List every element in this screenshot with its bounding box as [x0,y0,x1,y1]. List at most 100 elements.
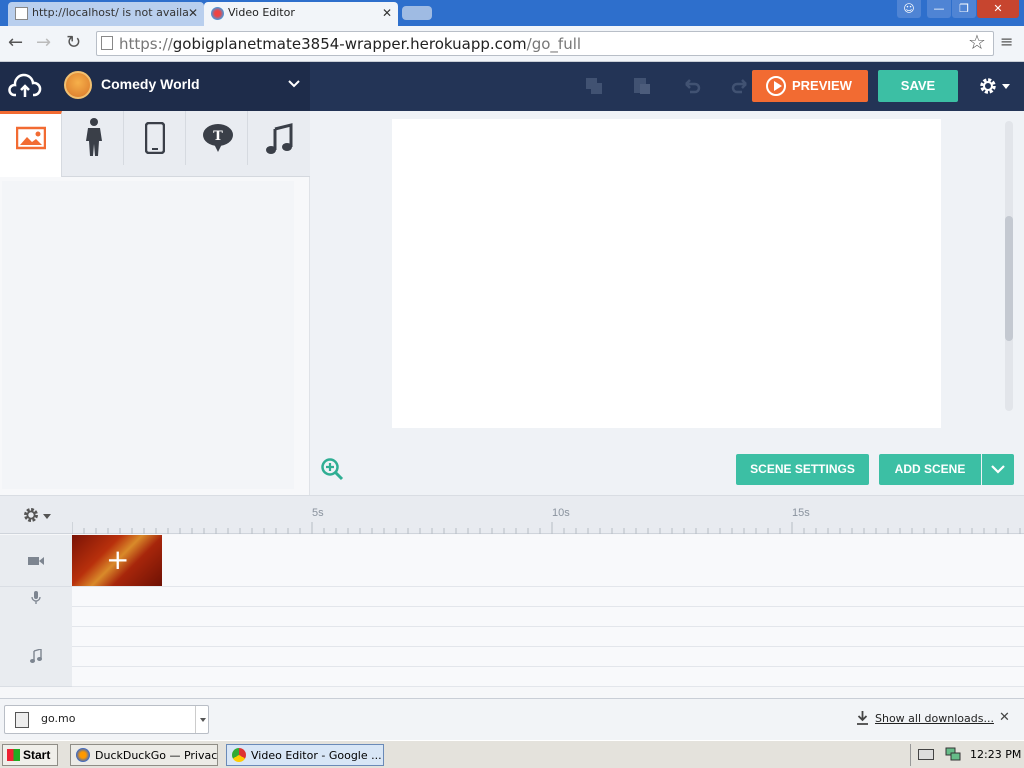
character-icon [86,118,102,156]
project-header: Comedy World [0,62,310,111]
tab-music[interactable] [248,111,310,165]
audio-track[interactable] [72,647,1024,667]
start-button[interactable]: Start [2,744,58,766]
user-profile-icon[interactable]: ☺ [897,0,921,18]
video-track[interactable] [72,535,1024,587]
show-all-downloads-link[interactable]: Show all downloads... [875,712,994,725]
network-icon[interactable] [945,747,961,762]
chrome-menu-icon[interactable]: ≡ [1000,32,1013,51]
caret-down-icon[interactable] [1002,84,1010,89]
scene-settings-button[interactable]: SCENE SETTINGS [736,454,869,485]
reload-icon[interactable]: ↻ [66,32,81,53]
asset-category-tabs: T [0,111,310,177]
task-label: Video Editor - Google ... [251,749,382,762]
tab-close-icon[interactable]: ✕ [188,6,198,20]
download-arrow-icon [857,711,868,725]
goanimate-favicon-icon [211,7,224,20]
audio-track[interactable] [72,627,1024,647]
caret-down-icon[interactable] [43,514,51,519]
url-scheme: https:// [119,35,173,53]
ruler-ticks [72,522,1021,534]
gear-icon[interactable] [22,506,40,524]
taskbar-item-video-editor[interactable]: Video Editor - Google ... [226,744,384,766]
scene-clip[interactable]: + [72,535,162,586]
asset-list[interactable] [2,181,294,489]
tick-label-10s: 10s [552,507,570,519]
tick-label-15s: 15s [792,507,810,519]
system-tray: 12:23 PM [910,744,1022,766]
play-icon [766,76,786,96]
tick-label-5s: 5s [312,507,324,519]
url-path: /go_full [526,35,582,53]
svg-text:T: T [213,129,223,144]
scrollbar-thumb[interactable] [1005,216,1013,341]
audio-track[interactable] [72,607,1024,627]
taskbar-item-duckduckgo[interactable]: DuckDuckGo — Privac... [70,744,218,766]
page-icon [101,36,113,50]
preview-button[interactable]: PREVIEW [752,70,868,102]
paste-icon[interactable] [632,76,652,96]
download-shelf: go.mo Show all downloads... ✕ [0,698,1024,740]
clock: 12:23 PM [970,748,1022,761]
redo-icon[interactable] [730,76,750,96]
music-note-icon [30,649,42,663]
stage-area: SCENE SETTINGS ADD SCENE [310,111,1024,495]
add-scene-dropdown-button[interactable] [982,454,1014,485]
editor-header: Comedy World PREVIEW SAVE [0,62,1024,111]
browser-tab-video-editor[interactable]: Video Editor ✕ [204,2,398,26]
restore-button[interactable]: ❐ [952,0,976,18]
cloud-upload-icon[interactable] [8,73,42,99]
tab-backgrounds[interactable] [0,111,62,177]
voice-track[interactable] [72,587,1024,607]
audio-track[interactable] [72,667,1024,687]
close-window-button[interactable]: ✕ [977,0,1019,18]
file-icon [15,712,29,728]
keyboard-icon[interactable] [918,749,934,760]
save-button[interactable]: SAVE [878,70,958,102]
windows-logo-icon [7,749,20,761]
back-arrow-icon[interactable]: ← [8,32,23,53]
chrome-icon [232,748,246,762]
chevron-down-icon[interactable] [288,78,300,90]
preview-label: PREVIEW [792,78,852,93]
add-scene-button[interactable]: ADD SCENE [879,454,981,485]
chevron-down-icon [991,465,1005,474]
forward-arrow-icon[interactable]: → [36,32,51,53]
tab-close-icon[interactable]: ✕ [382,6,392,20]
prop-phone-icon [145,122,165,154]
avatar [64,71,92,99]
project-title[interactable]: Comedy World [101,76,200,92]
tab-props[interactable] [124,111,186,165]
task-label: DuckDuckGo — Privac... [95,749,218,762]
timeline-ruler[interactable]: 5s 10s 15s [0,496,1024,534]
page-icon [15,7,28,20]
voice-track-header [0,587,72,607]
address-bar[interactable]: https://gobigplanetmate3854-wrapper.hero… [96,31,994,56]
video-track-header [0,535,72,587]
tab-characters[interactable] [62,111,124,165]
close-icon[interactable]: ✕ [999,710,1010,725]
undo-icon[interactable] [682,76,702,96]
download-item[interactable]: go.mo [4,705,209,734]
gear-icon[interactable] [978,76,998,96]
music-note-icon [266,123,293,154]
scene-canvas[interactable] [392,119,941,428]
bookmark-star-icon[interactable]: ☆ [968,30,986,54]
microphone-icon [31,591,41,604]
new-tab-button[interactable] [402,6,432,20]
video-camera-icon [28,557,44,565]
minimize-button[interactable]: — [927,0,951,18]
copy-icon[interactable] [584,76,604,96]
add-icon[interactable]: + [106,546,129,574]
download-menu-button[interactable] [195,706,209,733]
browser-tab-localhost[interactable]: http://localhost/ is not availa ✕ [8,2,204,26]
zoom-in-icon[interactable] [320,457,344,481]
download-file-name: go.mo [41,712,76,725]
asset-library-panel [0,177,310,495]
vertical-scrollbar[interactable] [1005,121,1013,411]
firefox-icon [76,748,90,762]
tab-title: Video Editor [228,6,295,19]
browser-tab-strip: http://localhost/ is not availa ✕ Video … [0,0,1024,26]
browser-toolbar: ← → ↻ https://gobigplanetmate3854-wrappe… [0,26,1024,62]
tab-text[interactable]: T [186,111,248,165]
